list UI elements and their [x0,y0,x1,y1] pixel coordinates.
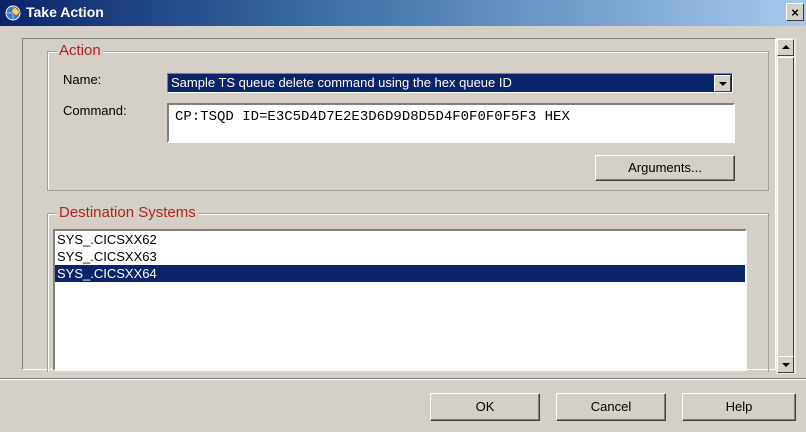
arguments-button-label: Arguments... [628,160,702,175]
ok-button-label: OK [475,399,495,414]
name-dropdown-value: Sample TS queue delete command using the… [171,75,512,90]
system-label: SYS_.CICSXX63 [57,249,157,264]
close-icon: × [791,5,799,20]
app-icon [4,4,22,22]
vertical-scrollbar[interactable] [776,38,796,374]
system-label: SYS_.CICSXX64 [57,266,157,281]
name-label: Name: [63,72,102,87]
list-item[interactable]: SYS_.CICSXX63 [55,248,745,265]
command-label: Command: [63,103,127,118]
arguments-button[interactable]: Arguments... [595,155,735,181]
scroll-up-icon[interactable] [777,39,794,56]
ok-button[interactable]: OK [430,393,540,421]
name-dropdown[interactable]: Sample TS queue delete command using the… [167,73,733,93]
command-value: CP:TSQD ID=E3C5D4D7E2E3D6D9D8D5D4F0F0F0F… [175,109,570,125]
close-button[interactable]: × [786,3,804,21]
window-title: Take Action [26,4,104,20]
cancel-button-label: Cancel [590,399,632,414]
command-field[interactable]: CP:TSQD ID=E3C5D4D7E2E3D6D9D8D5D4F0F0F0F… [167,103,735,143]
action-legend: Action [57,42,103,59]
help-button[interactable]: Help [682,393,796,421]
list-item-selected[interactable]: SYS_.CICSXX64 [55,265,745,282]
dialog-content: Action Name: Sample TS queue delete comm… [22,38,776,372]
system-label: SYS_.CICSXX62 [57,232,157,247]
list-item[interactable]: SYS_.CICSXX62 [55,231,745,248]
chevron-down-icon[interactable] [714,75,731,92]
cancel-button[interactable]: Cancel [556,393,666,421]
destination-list[interactable]: SYS_.CICSXX62 SYS_.CICSXX63 SYS_.CICSXX6… [53,229,747,371]
help-button-label: Help [725,399,753,414]
scrollbar-thumb[interactable] [777,57,794,357]
destination-legend: Destination Systems [57,204,198,221]
scroll-down-icon[interactable] [777,356,794,373]
title-bar: Take Action × [0,0,806,26]
separator [0,378,806,380]
